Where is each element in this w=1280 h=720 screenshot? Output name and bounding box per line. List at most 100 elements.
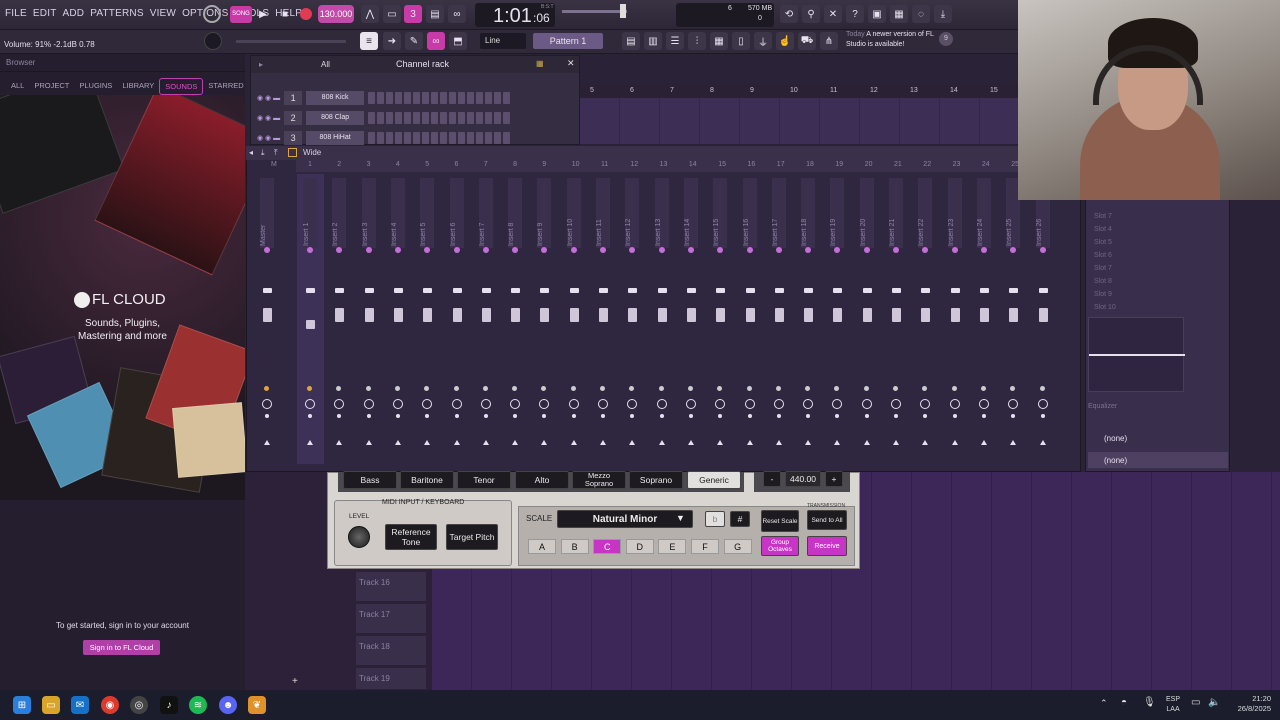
mixer-toggle-icon[interactable]: ⚲ bbox=[802, 5, 820, 23]
mixer-pan-icon[interactable] bbox=[393, 288, 403, 293]
effect-slot[interactable]: Slot 6 bbox=[1094, 252, 1112, 259]
mixer-route-dot[interactable] bbox=[453, 247, 460, 253]
mixer-arm-dot[interactable] bbox=[265, 414, 269, 418]
mixer-route-dot[interactable] bbox=[600, 247, 606, 253]
mixer-arm-dot[interactable] bbox=[952, 414, 957, 418]
mixer-route-dot[interactable] bbox=[629, 247, 636, 253]
mixer-pan-icon[interactable] bbox=[657, 288, 667, 293]
mixer-stereo-knob[interactable] bbox=[363, 399, 374, 409]
voice-tenor[interactable]: Tenor bbox=[457, 471, 511, 489]
mixer-fx-dot[interactable] bbox=[453, 386, 459, 391]
tab-all[interactable]: ALL bbox=[6, 78, 29, 95]
mixer-strip[interactable]: Insert 3 bbox=[356, 174, 383, 464]
mixer-arm-dot[interactable] bbox=[337, 414, 342, 418]
mixer-fx-dot[interactable] bbox=[424, 386, 430, 391]
mixer-stereo-knob[interactable] bbox=[627, 399, 638, 409]
route-arrow-icon[interactable] bbox=[922, 440, 929, 445]
mixer-pan-icon[interactable] bbox=[804, 288, 814, 293]
mixer-stereo-knob[interactable] bbox=[262, 399, 272, 409]
mixer-stereo-knob[interactable] bbox=[510, 399, 521, 409]
mixer-route-dot[interactable] bbox=[893, 247, 899, 253]
snap-select[interactable]: Line bbox=[480, 33, 526, 49]
download-icon[interactable]: ⤓ bbox=[934, 5, 952, 23]
scale-note-a[interactable]: A bbox=[528, 539, 556, 554]
cart-icon[interactable]: ⛟ bbox=[798, 32, 816, 50]
playlist-bar-number[interactable]: 8 bbox=[710, 87, 714, 94]
route-arrow-icon[interactable] bbox=[365, 440, 372, 445]
mixer-stereo-knob[interactable] bbox=[832, 399, 843, 409]
mixer-volume-fader[interactable] bbox=[1038, 308, 1048, 322]
metronome-icon[interactable]: ⋀ bbox=[361, 5, 379, 23]
plugin-picker-icon[interactable]: ▦ bbox=[890, 5, 908, 23]
mixer-stereo-knob[interactable] bbox=[1037, 399, 1048, 409]
mixer-volume-fader[interactable] bbox=[774, 308, 784, 322]
mixer-route-dot[interactable] bbox=[951, 247, 958, 253]
track-header[interactable]: Track 19 bbox=[356, 668, 426, 690]
mixer-track-number[interactable]: 13 bbox=[660, 161, 668, 168]
mixer-track-number[interactable]: 8 bbox=[513, 161, 517, 168]
route-arrow-icon[interactable] bbox=[687, 440, 694, 445]
mixer-fx-dot[interactable] bbox=[394, 386, 400, 391]
mixer-volume-fader[interactable] bbox=[892, 308, 901, 322]
mixer-arm-dot[interactable] bbox=[601, 414, 605, 418]
mixer-track-number[interactable]: 4 bbox=[396, 161, 400, 168]
mixer-view-icon[interactable]: ⫶ bbox=[688, 32, 706, 50]
mixer-route-dot[interactable] bbox=[264, 247, 270, 253]
mixer-fx-dot[interactable] bbox=[834, 386, 840, 391]
mixer-route-dot[interactable] bbox=[746, 247, 753, 253]
channel-name[interactable]: 808 Kick bbox=[306, 91, 365, 105]
mixer-fx-dot[interactable] bbox=[746, 386, 752, 391]
menu-file[interactable]: FILE bbox=[5, 8, 27, 19]
scale-note-e[interactable]: E bbox=[658, 539, 687, 554]
mixer-arm-dot[interactable] bbox=[542, 414, 547, 418]
mixer-pan-icon[interactable] bbox=[569, 288, 579, 293]
brush-icon[interactable]: ✎ bbox=[405, 32, 423, 50]
mixer-volume-fader[interactable] bbox=[804, 308, 814, 322]
mixer-strip[interactable]: Insert 2 bbox=[326, 174, 353, 464]
mixer-fx-dot[interactable] bbox=[687, 386, 693, 391]
mixer-stereo-knob[interactable] bbox=[685, 399, 696, 409]
mixer-strip-label[interactable]: Insert 1 bbox=[303, 178, 317, 248]
mixer-pan-icon[interactable] bbox=[1009, 288, 1019, 293]
sharp-button[interactable]: # bbox=[730, 511, 750, 527]
mixer-fx-dot[interactable] bbox=[541, 386, 547, 391]
mixer-volume-fader[interactable] bbox=[569, 308, 579, 322]
mixer-pan-icon[interactable] bbox=[833, 288, 843, 293]
playlist-bar-number[interactable]: 5 bbox=[590, 87, 594, 94]
mixer-strip[interactable]: Insert 21 bbox=[883, 174, 910, 464]
windows-start-icon[interactable]: ⊞ bbox=[13, 696, 31, 714]
receive-button[interactable]: Receive bbox=[807, 536, 847, 556]
mixer-track-number[interactable]: 17 bbox=[777, 161, 785, 168]
mixer-strip[interactable]: Insert 26 bbox=[1030, 174, 1057, 464]
mixer-menu-icon[interactable]: ◂ bbox=[249, 148, 253, 157]
mixer-pan-icon[interactable] bbox=[335, 288, 345, 293]
playlist-view-icon[interactable]: ☰ bbox=[666, 32, 684, 50]
signin-button[interactable]: Sign in to FL Cloud bbox=[83, 640, 160, 655]
mixer-arm-dot[interactable] bbox=[894, 414, 898, 418]
mixer-track-number[interactable]: 23 bbox=[953, 161, 961, 168]
mixer-fx-dot[interactable] bbox=[863, 386, 869, 391]
master-volume-slider[interactable] bbox=[236, 40, 346, 43]
voice-bass[interactable]: Bass bbox=[343, 471, 397, 489]
mixer-route-dot[interactable] bbox=[307, 247, 313, 253]
scale-note-b[interactable]: B bbox=[560, 539, 589, 554]
mixer-track-number[interactable]: 16 bbox=[748, 161, 756, 168]
input-routing[interactable]: (none) bbox=[1104, 434, 1127, 443]
channel-name[interactable]: 808 Clap bbox=[306, 111, 365, 125]
mixer-route-dot[interactable] bbox=[541, 247, 548, 253]
mixer-strip[interactable]: Master bbox=[254, 174, 281, 464]
plug-icon[interactable]: ⏚ bbox=[754, 32, 772, 50]
mixer-pan-icon[interactable] bbox=[950, 288, 960, 293]
tools-icon[interactable]: ✕ bbox=[824, 5, 842, 23]
mixer-volume-fader[interactable] bbox=[833, 308, 843, 322]
stop-icon[interactable]: ■ bbox=[276, 5, 294, 23]
mixer-fx-dot[interactable] bbox=[336, 386, 342, 391]
mixer-arm-dot[interactable] bbox=[718, 414, 723, 418]
browser-view-icon[interactable]: ▦ bbox=[710, 32, 728, 50]
mixer-pan-icon[interactable] bbox=[540, 288, 550, 293]
undo-history-icon[interactable]: ⟲ bbox=[780, 5, 798, 23]
mixer-fx-dot[interactable] bbox=[717, 386, 723, 391]
mixer-volume-fader[interactable] bbox=[393, 308, 403, 322]
mixer-pan-icon[interactable] bbox=[892, 288, 901, 293]
tuning-plus[interactable]: + bbox=[825, 471, 843, 487]
